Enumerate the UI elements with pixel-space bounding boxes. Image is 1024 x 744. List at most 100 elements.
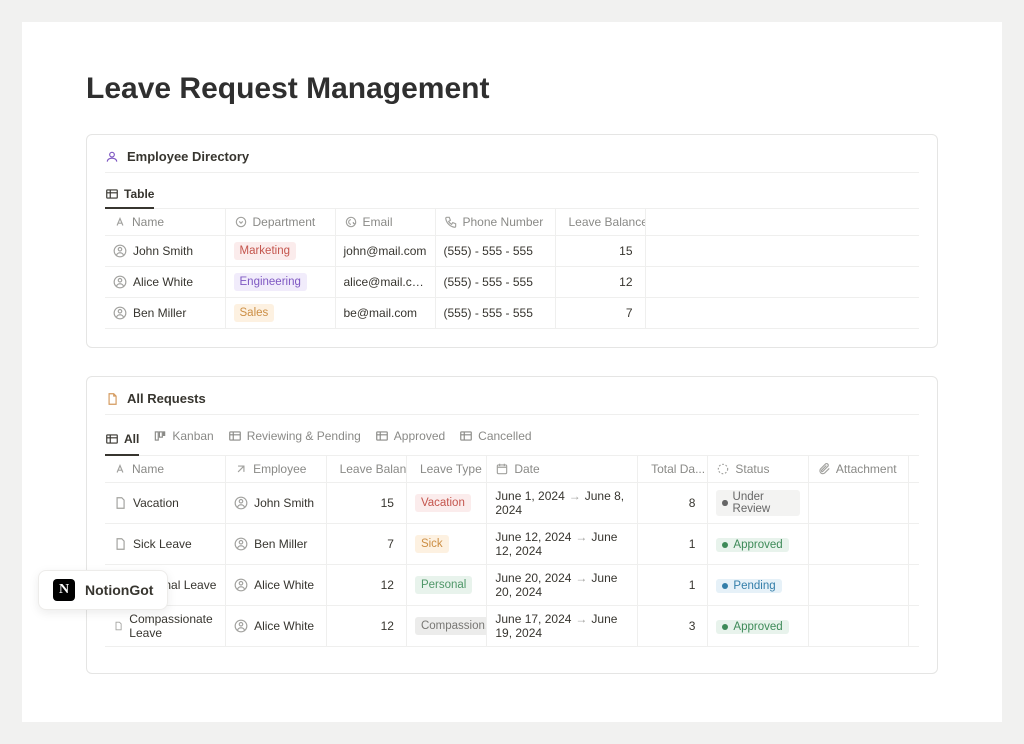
employee-name: John Smith: [133, 244, 193, 258]
col-date[interactable]: Date: [487, 456, 638, 483]
col-attachment[interactable]: Attachment: [808, 456, 908, 483]
person-icon: [234, 619, 248, 633]
email-icon: [344, 215, 358, 229]
request-employee: Alice White: [254, 578, 314, 592]
calendar-icon: [495, 462, 509, 476]
tab-label: Cancelled: [478, 429, 531, 443]
status-badge: Approved: [716, 538, 788, 552]
page-icon: [113, 619, 123, 633]
table-row[interactable]: Sick LeaveBen Miller7SickJune 12, 2024→J…: [105, 524, 919, 565]
request-days: 3: [638, 606, 708, 647]
table-icon: [375, 429, 389, 443]
tab-kanban[interactable]: Kanban: [153, 425, 213, 449]
col-status[interactable]: Status: [708, 456, 808, 483]
employee-name: Ben Miller: [133, 306, 186, 320]
request-date: June 17, 2024→June 19, 2024: [487, 606, 638, 647]
kanban-icon: [153, 429, 167, 443]
text-icon: [113, 215, 127, 229]
status-badge: Pending: [716, 579, 781, 593]
text-icon: [113, 462, 127, 476]
col-leave-type[interactable]: Leave Type: [406, 456, 486, 483]
employee-directory-title: Employee Directory: [127, 149, 249, 164]
request-attachment: [808, 606, 908, 647]
request-days: 1: [638, 565, 708, 606]
table-icon: [228, 429, 242, 443]
attachment-icon: [817, 462, 831, 476]
table-row[interactable]: John SmithMarketingjohn@mail.com(555) - …: [105, 236, 919, 267]
leave-balance: 7: [555, 298, 645, 329]
col-name[interactable]: Name: [105, 456, 226, 483]
table-view-label: Table: [124, 187, 154, 201]
page-icon: [113, 537, 127, 551]
document-icon: [105, 392, 119, 406]
employee-directory-card: Employee Directory Table Name Department…: [86, 134, 938, 348]
table-row[interactable]: Alice White Engineering alice@mail.com(555…: [105, 267, 919, 298]
request-employee: John Smith: [254, 496, 314, 510]
request-employee: Alice White: [254, 619, 314, 633]
request-days: 1: [638, 524, 708, 565]
page-icon: [113, 496, 127, 510]
all-requests-card: All Requests All Kanban Reviewing & Pendin…: [86, 376, 938, 674]
table-row[interactable]: Compassionate Leave Alice White 12 Compassi…: [105, 606, 919, 647]
employee-name: Alice White: [133, 275, 193, 289]
request-name: Compassionate Leave: [129, 612, 217, 640]
table-icon: [105, 187, 119, 201]
status-icon: [716, 462, 730, 476]
table-row[interactable]: Ben Miller Sales be@mail.com(555) - 555 - …: [105, 298, 919, 329]
col-department[interactable]: Department: [225, 209, 335, 236]
status-badge: Under Review: [716, 490, 799, 516]
tab-cancelled[interactable]: Cancelled: [459, 425, 531, 449]
department-tag: Engineering: [234, 273, 307, 291]
employee-phone: (555) - 555 - 555: [435, 236, 555, 267]
department-tag: Sales: [234, 304, 275, 322]
request-date: June 12, 2024→June 12, 2024: [487, 524, 638, 565]
leave-balance: 12: [555, 267, 645, 298]
table-icon: [105, 432, 119, 446]
person-icon: [234, 496, 248, 510]
select-icon: [234, 215, 248, 229]
request-name: Vacation: [133, 496, 179, 510]
person-icon: [113, 306, 127, 320]
col-leave-balance[interactable]: Leave Balan...: [326, 456, 406, 483]
table-view-tab[interactable]: Table: [105, 183, 154, 209]
page-title: Leave Request Management: [86, 72, 938, 106]
person-icon: [234, 537, 248, 551]
request-attachment: [808, 565, 908, 606]
tab-approved[interactable]: Approved: [375, 425, 445, 449]
leave-type-tag: Sick: [415, 535, 449, 553]
person-icon: [113, 244, 127, 258]
tab-reviewing-pending[interactable]: Reviewing & Pending: [228, 425, 361, 449]
col-phone[interactable]: Phone Number: [435, 209, 555, 236]
table-row[interactable]: Vacation John Smith 15 Vacation June 1, 2024…: [105, 483, 919, 524]
logo-icon: N: [53, 579, 75, 601]
tab-label: All: [124, 432, 139, 446]
leave-type-tag: Vacation: [415, 494, 471, 512]
col-email[interactable]: Email: [335, 209, 435, 236]
request-date: June 1, 2024→June 8, 2024: [487, 483, 638, 524]
col-name[interactable]: Name: [105, 209, 225, 236]
request-balance: 12: [326, 606, 406, 647]
users-icon: [105, 150, 119, 164]
request-attachment: [808, 524, 908, 565]
col-employee[interactable]: Employee: [226, 456, 326, 483]
status-badge: Approved: [716, 620, 788, 634]
request-employee: Ben Miller: [254, 537, 307, 551]
watermark-text: NotionGot: [85, 582, 153, 598]
employee-phone: (555) - 555 - 555: [435, 298, 555, 329]
employee-phone: (555) - 555 - 555: [435, 267, 555, 298]
request-attachment: [808, 483, 908, 524]
table-row[interactable]: Personal LeaveAlice White12PersonalJune …: [105, 565, 919, 606]
col-total-days[interactable]: Total Da...: [638, 456, 708, 483]
requests-table: Name Employee Leave Balan... Leave Type …: [105, 456, 919, 647]
request-balance: 15: [326, 483, 406, 524]
request-balance: 7: [326, 524, 406, 565]
col-balance[interactable]: Leave Balance: [555, 209, 645, 236]
employee-table: Name Department Email Phone Number Leave…: [105, 209, 919, 329]
all-requests-title: All Requests: [127, 391, 206, 406]
employee-email: be@mail.com: [335, 298, 435, 329]
employee-email: alice@mail.com: [335, 267, 435, 298]
tab-all[interactable]: All: [105, 425, 139, 456]
page: Leave Request Management Employee Direct…: [22, 22, 1002, 722]
leave-type-tag: Compassion...: [415, 617, 487, 635]
relation-icon: [234, 462, 248, 476]
